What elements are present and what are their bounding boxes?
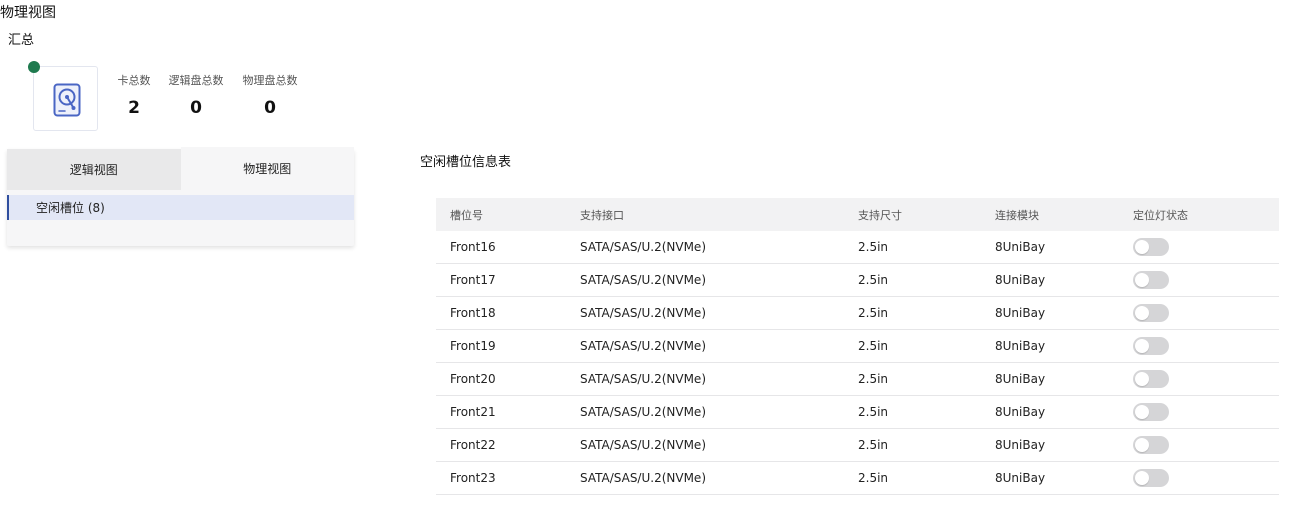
cell-slot: Front17 [436, 263, 580, 297]
column-header-size: 支持尺寸 [858, 208, 902, 222]
cell-size: 2.5in [858, 329, 995, 363]
tree-item-free-slots[interactable]: 空闲槽位 (8) [7, 195, 354, 220]
cell-size: 2.5in [858, 296, 995, 330]
summary-title: 汇总 [8, 33, 35, 48]
cell-module: 8UniBay [995, 362, 1133, 396]
status-dot-icon [28, 61, 40, 73]
cell-slot: Front23 [436, 461, 580, 495]
cell-module: 8UniBay [995, 428, 1133, 462]
table-header-row: 槽位号 支持接口 支持尺寸 连接模块 定位灯状态 [436, 198, 1279, 231]
cell-size: 2.5in [858, 263, 995, 297]
free-slot-table: 槽位号 支持接口 支持尺寸 连接模块 定位灯状态 Front16 SATA/SA… [436, 198, 1279, 495]
cell-slot: Front19 [436, 329, 580, 363]
table-row: Front21 SATA/SAS/U.2(NVMe) 2.5in 8UniBay [436, 395, 1279, 429]
stat-label: 物理盘总数 [242, 74, 298, 87]
table-row: Front16 SATA/SAS/U.2(NVMe) 2.5in 8UniBay [436, 231, 1279, 264]
stat-value: 0 [190, 98, 202, 118]
stat-card-total: 卡总数 2 [114, 72, 154, 118]
table-body: Front16 SATA/SAS/U.2(NVMe) 2.5in 8UniBay… [436, 231, 1279, 495]
page-title: 物理视图 [0, 5, 56, 21]
cell-interface: SATA/SAS/U.2(NVMe) [580, 428, 858, 462]
cell-locate-light [1133, 329, 1279, 363]
table-row: Front20 SATA/SAS/U.2(NVMe) 2.5in 8UniBay [436, 362, 1279, 396]
toggle-knob [1135, 438, 1149, 452]
toggle-knob [1135, 240, 1149, 254]
toggle-knob [1135, 339, 1149, 353]
cell-size: 2.5in [858, 461, 995, 495]
cell-interface: SATA/SAS/U.2(NVMe) [580, 231, 858, 264]
table-row: Front18 SATA/SAS/U.2(NVMe) 2.5in 8UniBay [436, 296, 1279, 330]
stat-value: 2 [128, 98, 140, 118]
cell-interface: SATA/SAS/U.2(NVMe) [580, 329, 858, 363]
cell-module: 8UniBay [995, 329, 1133, 363]
locate-light-toggle[interactable] [1133, 304, 1169, 322]
cell-slot: Front21 [436, 395, 580, 429]
locate-light-toggle[interactable] [1133, 403, 1169, 421]
column-header-locate-light: 定位灯状态 [1133, 208, 1188, 222]
stat-label: 卡总数 [117, 74, 151, 87]
toggle-knob [1135, 306, 1149, 320]
cell-interface: SATA/SAS/U.2(NVMe) [580, 296, 858, 330]
cell-module: 8UniBay [995, 395, 1133, 429]
cell-locate-light [1133, 362, 1279, 396]
cell-locate-light [1133, 296, 1279, 330]
cell-interface: SATA/SAS/U.2(NVMe) [580, 263, 858, 297]
cell-slot: Front16 [436, 231, 580, 264]
tab-logical-view[interactable]: 逻辑视图 [7, 149, 181, 190]
stat-label: 逻辑盘总数 [168, 74, 224, 87]
locate-light-toggle[interactable] [1133, 370, 1169, 388]
column-header-slot: 槽位号 [450, 208, 483, 222]
toggle-knob [1135, 372, 1149, 386]
tab-physical-view[interactable]: 物理视图 [180, 147, 354, 190]
view-panel: 逻辑视图 物理视图 空闲槽位 (8) [7, 147, 354, 246]
cell-locate-light [1133, 395, 1279, 429]
cell-interface: SATA/SAS/U.2(NVMe) [580, 461, 858, 495]
disk-summary-card [33, 66, 98, 131]
cell-size: 2.5in [858, 231, 995, 264]
locate-light-toggle[interactable] [1133, 238, 1169, 256]
stat-value: 0 [264, 98, 276, 118]
cell-interface: SATA/SAS/U.2(NVMe) [580, 362, 858, 396]
cell-size: 2.5in [858, 395, 995, 429]
locate-light-toggle[interactable] [1133, 469, 1169, 487]
cell-slot: Front22 [436, 428, 580, 462]
cell-module: 8UniBay [995, 263, 1133, 297]
cell-module: 8UniBay [995, 296, 1133, 330]
cell-size: 2.5in [858, 362, 995, 396]
table-row: Front23 SATA/SAS/U.2(NVMe) 2.5in 8UniBay [436, 461, 1279, 495]
cell-slot: Front18 [436, 296, 580, 330]
cell-locate-light [1133, 461, 1279, 495]
cell-locate-light [1133, 231, 1279, 264]
cell-module: 8UniBay [995, 231, 1133, 264]
locate-light-toggle[interactable] [1133, 337, 1169, 355]
cell-size: 2.5in [858, 428, 995, 462]
cell-locate-light [1133, 428, 1279, 462]
table-row: Front22 SATA/SAS/U.2(NVMe) 2.5in 8UniBay [436, 428, 1279, 462]
locate-light-toggle[interactable] [1133, 271, 1169, 289]
stat-physical-disk-total: 物理盘总数 0 [239, 72, 301, 118]
locate-light-toggle[interactable] [1133, 436, 1169, 454]
toggle-knob [1135, 273, 1149, 287]
cell-module: 8UniBay [995, 461, 1133, 495]
table-row: Front17 SATA/SAS/U.2(NVMe) 2.5in 8UniBay [436, 263, 1279, 297]
view-tabs: 逻辑视图 物理视图 [7, 147, 354, 190]
column-header-interface: 支持接口 [580, 208, 624, 222]
toggle-knob [1135, 471, 1149, 485]
table-row: Front19 SATA/SAS/U.2(NVMe) 2.5in 8UniBay [436, 329, 1279, 363]
column-header-module: 连接模块 [995, 208, 1039, 222]
cell-locate-light [1133, 263, 1279, 297]
table-title: 空闲槽位信息表 [420, 155, 512, 170]
hard-disk-icon [53, 83, 81, 117]
toggle-knob [1135, 405, 1149, 419]
cell-slot: Front20 [436, 362, 580, 396]
stat-logical-disk-total: 逻辑盘总数 0 [165, 72, 227, 118]
cell-interface: SATA/SAS/U.2(NVMe) [580, 395, 858, 429]
